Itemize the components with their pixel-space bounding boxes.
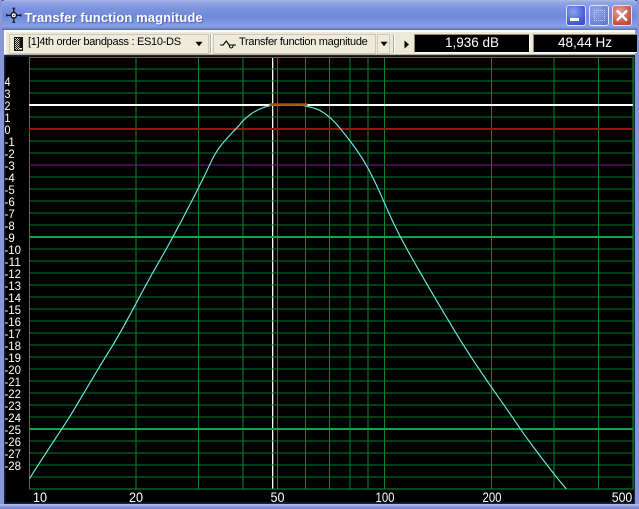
svg-text:10: 10	[33, 489, 47, 505]
svg-text:50: 50	[271, 489, 285, 505]
svg-text:100: 100	[376, 489, 395, 505]
svg-text:500: 500	[612, 489, 633, 505]
svg-text:200: 200	[483, 489, 502, 505]
svg-text:20: 20	[129, 489, 143, 505]
svg-text:-28: -28	[5, 459, 22, 473]
